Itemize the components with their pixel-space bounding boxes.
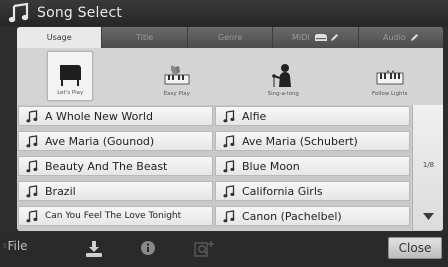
tab-label: Usage bbox=[46, 33, 72, 42]
song-title: Brazil bbox=[45, 184, 76, 198]
music-note-icon bbox=[26, 109, 38, 122]
song-row[interactable]: Brazil bbox=[18, 181, 213, 201]
song-title: Alfie bbox=[242, 109, 267, 123]
category-label: Easy Play bbox=[163, 91, 190, 97]
music-note-icon bbox=[8, 2, 29, 23]
song-row[interactable]: Beauty And The Beast bbox=[18, 156, 213, 176]
category-follow-lights[interactable]: Follow Lights bbox=[337, 48, 444, 105]
song-title: Blue Moon bbox=[242, 159, 300, 173]
music-note-icon bbox=[26, 209, 38, 222]
song-row[interactable]: Alfie bbox=[215, 106, 410, 126]
category-easy-play[interactable]: Easy Play bbox=[124, 48, 231, 105]
tab-genre[interactable]: Genre bbox=[187, 27, 274, 48]
category-label: Let's Play bbox=[57, 90, 84, 96]
song-row[interactable]: Ave Maria (Schubert) bbox=[215, 131, 410, 151]
scroll-down-icon[interactable] bbox=[423, 213, 434, 221]
page-title: Song Select bbox=[37, 5, 123, 21]
piano-icon bbox=[314, 34, 327, 41]
search-add-icon[interactable] bbox=[194, 240, 216, 258]
song-select-screen: Song Select Usage Title Genre MIDI Audio… bbox=[0, 0, 448, 267]
file-button[interactable]: ⁞⁞ File bbox=[3, 239, 28, 253]
tab-label: Genre bbox=[217, 33, 243, 42]
song-row[interactable]: Canon (Pachelbel) bbox=[215, 206, 410, 226]
tab-bar: Usage Title Genre MIDI Audio bbox=[17, 27, 443, 48]
pencil-icon bbox=[330, 34, 338, 41]
music-note-icon bbox=[223, 109, 235, 122]
song-title: Beauty And The Beast bbox=[45, 159, 168, 173]
song-row[interactable]: A Whole New World bbox=[18, 106, 213, 126]
tab-label: MIDI bbox=[292, 33, 310, 42]
usage-categories: Let's Play Easy Play Sing-a-long Follow … bbox=[17, 48, 443, 105]
pencil-icon bbox=[410, 34, 418, 41]
tab-title[interactable]: Title bbox=[102, 27, 188, 48]
music-note-icon bbox=[26, 184, 38, 197]
file-label: File bbox=[7, 239, 28, 253]
music-note-icon bbox=[223, 159, 235, 172]
song-row[interactable]: California Girls bbox=[215, 181, 410, 201]
song-list: A Whole New World Ave Maria (Gounod) Bea… bbox=[18, 105, 411, 230]
category-lets-play[interactable]: Let's Play bbox=[17, 48, 124, 105]
song-title: Ave Maria (Schubert) bbox=[242, 134, 358, 148]
page-scroller[interactable]: 1/8 bbox=[412, 105, 443, 230]
close-button[interactable]: Close bbox=[388, 237, 442, 259]
category-label: Sing-a-long bbox=[267, 91, 299, 97]
title-bar: Song Select bbox=[0, 0, 448, 26]
grip-icon: ⁞⁞ bbox=[3, 242, 7, 250]
save-download-icon[interactable] bbox=[85, 240, 103, 258]
tab-audio[interactable]: Audio bbox=[358, 27, 443, 48]
song-row[interactable]: Ave Maria (Gounod) bbox=[18, 131, 213, 151]
music-note-icon bbox=[26, 134, 38, 147]
singer-microphone-icon bbox=[272, 64, 292, 87]
song-row[interactable]: Blue Moon bbox=[215, 156, 410, 176]
keyboard-lights-icon bbox=[376, 70, 404, 85]
song-panel: Usage Title Genre MIDI Audio Let's Play … bbox=[17, 27, 443, 231]
category-label: Follow Lights bbox=[371, 91, 408, 97]
bottom-toolbar: ⁞⁞ File Close bbox=[0, 232, 448, 267]
page-indicator: 1/8 bbox=[422, 161, 435, 169]
info-icon[interactable] bbox=[140, 240, 156, 256]
tab-usage[interactable]: Usage bbox=[17, 27, 103, 48]
song-row[interactable]: Can You Feel The Love Tonight bbox=[18, 206, 213, 226]
song-title: Ave Maria (Gounod) bbox=[45, 134, 155, 148]
tab-midi[interactable]: MIDI bbox=[273, 27, 359, 48]
category-sing-a-long[interactable]: Sing-a-long bbox=[230, 48, 337, 105]
song-title: Can You Feel The Love Tonight bbox=[45, 211, 182, 221]
music-note-icon bbox=[26, 159, 38, 172]
tab-label: Audio bbox=[382, 33, 406, 42]
song-title: Canon (Pachelbel) bbox=[242, 209, 342, 223]
tab-label: Title bbox=[136, 33, 154, 42]
grand-piano-icon bbox=[60, 65, 82, 86]
hand-on-keys-icon bbox=[164, 65, 190, 85]
music-note-icon bbox=[223, 134, 235, 147]
music-note-icon bbox=[223, 209, 235, 222]
music-note-icon bbox=[223, 184, 235, 197]
song-title: California Girls bbox=[242, 184, 323, 198]
song-title: A Whole New World bbox=[45, 109, 153, 123]
